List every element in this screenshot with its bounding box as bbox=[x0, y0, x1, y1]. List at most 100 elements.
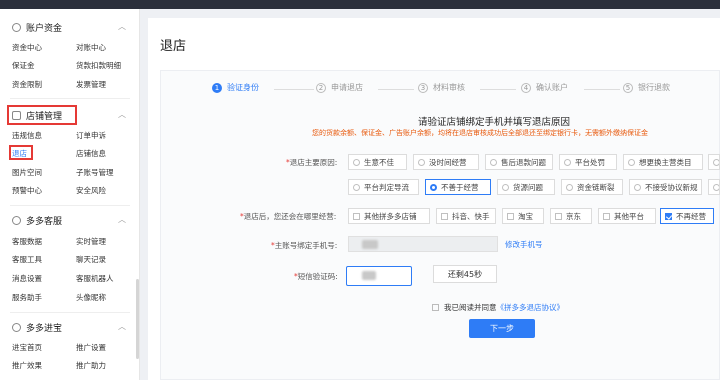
sidebar-item-promo-home[interactable]: 进宝首页 bbox=[12, 342, 42, 353]
reason-option[interactable]: 平台处罚 bbox=[559, 154, 617, 170]
sidebar-item-promo-settings[interactable]: 推广设置 bbox=[76, 342, 106, 353]
headset-icon bbox=[12, 215, 21, 225]
form-warning: 您的货款余额、保证金、广告账户余额，均将在退店审核成功后全部退还至绑定银行卡，无… bbox=[312, 129, 648, 137]
sidebar-item-order-appeal[interactable]: 订单申诉 bbox=[76, 130, 106, 141]
step-4: 4 确认账户 bbox=[521, 82, 568, 93]
sidebar-item-sub-accounts[interactable]: 子账号管理 bbox=[76, 167, 114, 178]
reason-option[interactable]: 资金链断裂 bbox=[561, 179, 623, 195]
step-connector bbox=[480, 89, 516, 90]
sidebar-item-avatar-nickname[interactable]: 头像昵称 bbox=[76, 292, 106, 303]
wallet-icon bbox=[12, 22, 21, 32]
agreement-row[interactable]: 我已阅读并同意 《拼多多退店协议》 bbox=[432, 302, 564, 313]
sidebar: 账户资金 ︿ 资金中心 对账中心 保证金 货款扣款明细 资金限制 发票管理 店铺… bbox=[0, 9, 140, 380]
checkbox-icon bbox=[507, 212, 514, 220]
reason-option[interactable]: 想更换主营类目 bbox=[623, 154, 703, 170]
sidebar-item-security-risk[interactable]: 安全风险 bbox=[76, 185, 106, 196]
checkbox-checked-icon bbox=[665, 212, 672, 220]
future-option[interactable]: 淘宝 bbox=[502, 208, 544, 224]
checkbox-icon bbox=[603, 212, 610, 220]
sidebar-item-chat-logs[interactable]: 聊天记录 bbox=[76, 254, 106, 265]
reason-option[interactable]: 售后退款问题 bbox=[485, 154, 553, 170]
redacted-text bbox=[362, 240, 378, 249]
sidebar-item-message-settings[interactable]: 消息设置 bbox=[12, 273, 42, 284]
radio-icon bbox=[628, 158, 635, 166]
form-headline: 请验证店铺绑定手机并填写退店原因 bbox=[418, 117, 571, 128]
divider bbox=[10, 98, 130, 99]
reason-option[interactable]: 不接受协议新规 bbox=[629, 179, 702, 195]
future-option[interactable]: 其他平台 bbox=[598, 208, 656, 224]
chevron-up-icon[interactable]: ︿ bbox=[118, 109, 126, 120]
step-1: 1 验证身份 bbox=[212, 82, 259, 93]
sidebar-item-fund-center[interactable]: 资金中心 bbox=[12, 42, 42, 53]
sidebar-item-cs-data[interactable]: 客服数据 bbox=[12, 236, 42, 247]
chevron-up-icon[interactable]: ︿ bbox=[118, 321, 126, 332]
sidebar-section-promotion[interactable]: 多多进宝 bbox=[12, 320, 62, 334]
radio-icon bbox=[634, 183, 641, 191]
resend-code-button[interactable]: 还剩45秒 bbox=[433, 265, 497, 283]
reason-option[interactable]: 生意不佳 bbox=[348, 154, 407, 170]
sidebar-item-realtime[interactable]: 实时管理 bbox=[76, 236, 106, 247]
sidebar-item-close-store[interactable]: 退店 bbox=[12, 148, 27, 159]
step-connector bbox=[584, 89, 620, 90]
phone-label: *主账号绑定手机号: bbox=[271, 241, 338, 250]
future-option-selected[interactable]: 不再经营 bbox=[660, 208, 714, 224]
step-connector bbox=[274, 89, 314, 90]
reason-option[interactable]: 货源问题 bbox=[497, 179, 555, 195]
reason-label: *退店主要原因: bbox=[286, 158, 338, 167]
checkbox-icon bbox=[555, 212, 562, 220]
checkbox-icon bbox=[353, 212, 360, 220]
radio-icon bbox=[713, 158, 719, 166]
gear-icon bbox=[12, 322, 21, 332]
reason-option-selected[interactable]: 不善于经营 bbox=[425, 179, 491, 195]
main-panel: 退店 bbox=[148, 18, 720, 380]
radio-icon bbox=[353, 183, 360, 191]
future-option[interactable]: 其他拼多多店铺 bbox=[348, 208, 430, 224]
radio-icon bbox=[502, 183, 509, 191]
reason-option[interactable]: 平台判定导流 bbox=[348, 179, 419, 195]
redacted-text bbox=[362, 271, 376, 280]
sidebar-item-service-assistant[interactable]: 服务助手 bbox=[12, 292, 42, 303]
reason-option-clipped[interactable] bbox=[708, 179, 720, 195]
radio-icon bbox=[353, 158, 360, 166]
sms-label: *短信验证码: bbox=[294, 272, 338, 281]
reason-option-clipped[interactable] bbox=[708, 154, 720, 170]
sidebar-item-image-space[interactable]: 图片空间 bbox=[12, 167, 42, 178]
sidebar-section-account-funds[interactable]: 账户资金 bbox=[12, 20, 62, 34]
sidebar-item-deposit[interactable]: 保证金 bbox=[12, 60, 35, 71]
radio-icon bbox=[490, 158, 497, 166]
chevron-up-icon[interactable]: ︿ bbox=[118, 214, 126, 225]
sidebar-scrollbar[interactable] bbox=[136, 279, 139, 359]
future-option[interactable]: 抖音、快手 bbox=[436, 208, 496, 224]
sidebar-item-invoice[interactable]: 发票管理 bbox=[76, 79, 106, 90]
sidebar-item-deduction-detail[interactable]: 货款扣款明细 bbox=[76, 60, 121, 71]
step-connector bbox=[378, 89, 414, 90]
checkbox-icon bbox=[441, 212, 448, 220]
sidebar-item-reconciliation[interactable]: 对账中心 bbox=[76, 42, 106, 53]
sidebar-section-customer-service[interactable]: 多多客服 bbox=[12, 213, 62, 227]
sidebar-item-promo-boost[interactable]: 推广助力 bbox=[76, 360, 106, 371]
sidebar-item-alert-center[interactable]: 预警中心 bbox=[12, 185, 42, 196]
next-button[interactable]: 下一步 bbox=[469, 319, 535, 338]
sidebar-item-fund-limits[interactable]: 资金限制 bbox=[12, 79, 42, 90]
step-3: 3 材料审核 bbox=[418, 82, 465, 93]
divider bbox=[10, 312, 130, 313]
step-2: 2 申请退店 bbox=[316, 82, 363, 93]
sidebar-item-store-info[interactable]: 店铺信息 bbox=[76, 148, 106, 159]
sms-code-input[interactable] bbox=[346, 266, 412, 286]
sidebar-item-violations[interactable]: 违规信息 bbox=[12, 130, 42, 141]
sidebar-item-cs-robot[interactable]: 客服机器人 bbox=[76, 273, 114, 284]
reason-option[interactable]: 没时间经营 bbox=[413, 154, 479, 170]
step-indicator: 1 验证身份 2 申请退店 3 材料审核 4 确认账户 5 银行退款 bbox=[212, 82, 712, 98]
store-icon bbox=[12, 110, 21, 120]
agreement-link[interactable]: 《拼多多退店协议》 bbox=[497, 302, 565, 313]
checkbox-icon[interactable] bbox=[432, 304, 439, 311]
sidebar-section-store-management[interactable]: 店铺管理 bbox=[12, 108, 62, 122]
sidebar-item-promo-effect[interactable]: 推广效果 bbox=[12, 360, 42, 371]
step-5: 5 银行退款 bbox=[623, 82, 670, 93]
sidebar-item-cs-tools[interactable]: 客服工具 bbox=[12, 254, 42, 265]
radio-icon bbox=[713, 183, 719, 191]
divider bbox=[10, 205, 130, 206]
future-option[interactable]: 京东 bbox=[550, 208, 592, 224]
modify-phone-link[interactable]: 修改手机号 bbox=[505, 239, 543, 250]
chevron-up-icon[interactable]: ︿ bbox=[118, 21, 126, 32]
